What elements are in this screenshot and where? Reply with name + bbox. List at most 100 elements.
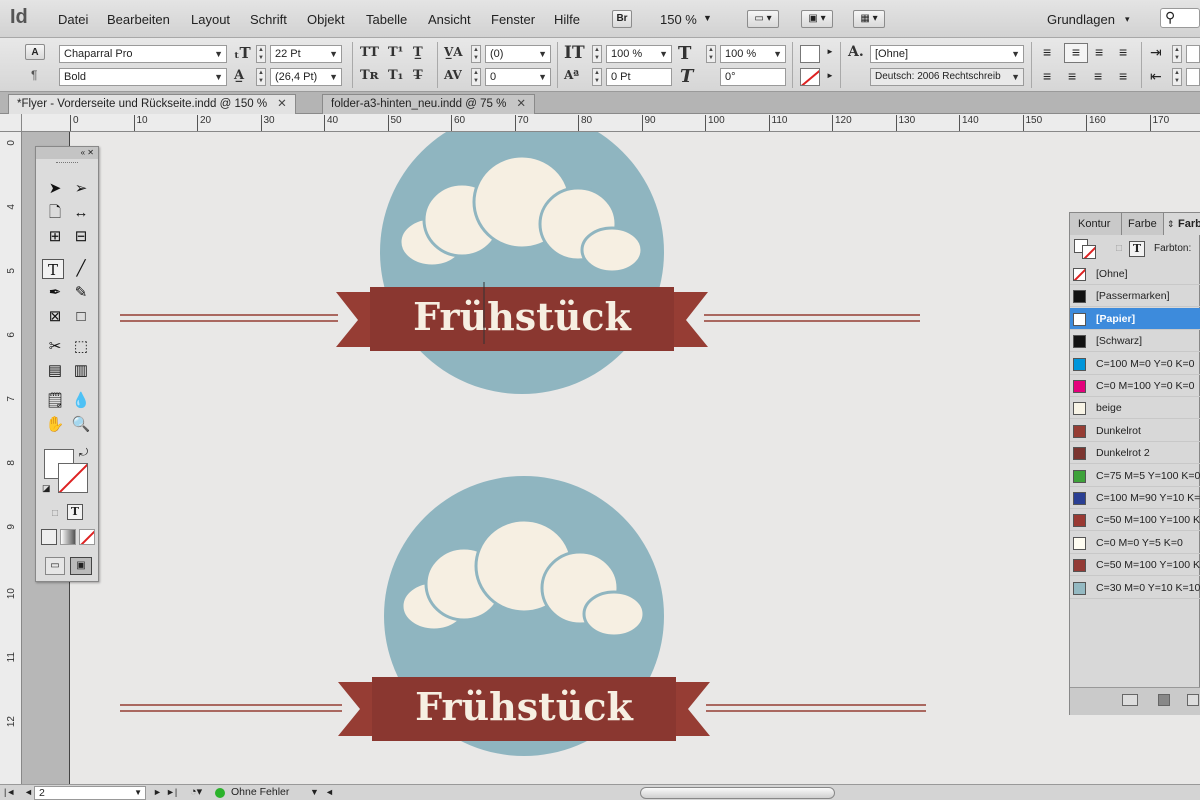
- tab-kontur[interactable]: Kontur: [1070, 213, 1122, 235]
- apply-gradient-icon[interactable]: [60, 529, 76, 545]
- bridge-button[interactable]: Br: [612, 10, 632, 28]
- normal-view-icon[interactable]: ▭: [45, 557, 65, 575]
- open-page-icon[interactable]: ◔▾: [190, 785, 202, 800]
- menu-objekt[interactable]: Objekt: [307, 12, 345, 27]
- swap-colors-icon[interactable]: ⤾: [79, 447, 88, 460]
- horizontal-scale-field[interactable]: 100 % ▼: [720, 45, 786, 63]
- fill-color-swatch[interactable]: [800, 45, 820, 63]
- align-spine-icon[interactable]: ≡: [1119, 68, 1127, 84]
- close-icon[interactable]: ✕: [87, 148, 94, 157]
- stroke-swatch[interactable]: [58, 463, 88, 493]
- menu-fenster[interactable]: Fenster: [491, 12, 535, 27]
- stroke-color-swatch[interactable]: [800, 68, 820, 86]
- swatch-row[interactable]: C=50 M=100 Y=100 K=0: [1070, 554, 1200, 577]
- note-tool-icon[interactable]: 🗒: [44, 391, 66, 411]
- content-placer-icon[interactable]: ⊟: [70, 227, 92, 247]
- page-tool-icon[interactable]: 🗋: [44, 203, 66, 223]
- menu-tabelle[interactable]: Tabelle: [366, 12, 407, 27]
- grip-handle[interactable]: [56, 162, 78, 165]
- character-style-field[interactable]: [Ohne] ▼: [870, 45, 1024, 63]
- formatting-container-icon[interactable]: □: [52, 508, 58, 519]
- new-color-group-icon[interactable]: [1158, 694, 1170, 706]
- menu-bearbeiten[interactable]: Bearbeiten: [107, 12, 170, 27]
- tab-farbe[interactable]: Farbe: [1122, 213, 1164, 235]
- line-tool-icon[interactable]: ╱: [70, 259, 92, 279]
- hand-tool-icon[interactable]: ✋: [44, 415, 66, 435]
- rectangle-tool-icon[interactable]: □: [70, 307, 92, 327]
- fill-stroke-proxy[interactable]: [1074, 239, 1096, 259]
- close-icon[interactable]: ✕: [516, 98, 526, 110]
- rectangle-frame-tool-icon[interactable]: ⊠: [44, 307, 66, 327]
- first-line-indent-stepper[interactable]: ▲ ▼: [1172, 68, 1182, 86]
- swatch-row[interactable]: [Papier]: [1070, 307, 1200, 330]
- swatch-row[interactable]: Dunkelrot 2: [1070, 442, 1200, 465]
- swatch-row[interactable]: Dunkelrot: [1070, 420, 1200, 442]
- leading-stepper[interactable]: ▲ ▼: [256, 68, 266, 86]
- first-line-indent-field[interactable]: [1186, 68, 1200, 86]
- font-size-stepper[interactable]: ▲ ▼: [256, 45, 266, 63]
- tracking-field[interactable]: 0 ▼: [485, 68, 551, 86]
- previous-page-icon[interactable]: ◄: [24, 785, 33, 800]
- horizontal-ruler[interactable]: 0 10 20 30 40 50 60 70 80 90 100 110 120 130 140 150 160…: [22, 114, 1200, 132]
- gradient-feather-tool-icon[interactable]: ▥: [70, 361, 92, 381]
- selection-tool-icon[interactable]: ➤: [44, 179, 66, 199]
- superscript-icon[interactable]: T¹: [388, 45, 403, 60]
- vertical-scale-field[interactable]: 100 % ▼: [606, 45, 672, 63]
- kerning-stepper[interactable]: ▲ ▼: [471, 45, 481, 63]
- font-size-field[interactable]: 22 Pt ▼: [270, 45, 342, 63]
- tab-menu-icon[interactable]: ⇕: [1167, 213, 1175, 235]
- search-input[interactable]: ⚲: [1160, 8, 1200, 28]
- chevron-right-icon[interactable]: ►: [826, 47, 834, 56]
- apply-color-icon[interactable]: [41, 529, 57, 545]
- banner-text[interactable]: Frühstück: [413, 294, 631, 339]
- align-center-button[interactable]: ≡: [1064, 43, 1088, 63]
- workspace-switcher[interactable]: Grundlagen: [1047, 12, 1115, 27]
- gradient-swatch-tool-icon[interactable]: ▤: [44, 361, 66, 381]
- banner-text[interactable]: Frühstück: [415, 684, 633, 729]
- eyedropper-tool-icon[interactable]: 💧: [70, 391, 92, 411]
- baseline-shift-field[interactable]: 0 Pt: [606, 68, 672, 86]
- first-page-icon[interactable]: |◄: [4, 785, 15, 800]
- zoom-level[interactable]: 150 %: [660, 12, 697, 27]
- pencil-tool-icon[interactable]: ✎: [70, 283, 92, 303]
- justify-all-icon[interactable]: ≡: [1094, 68, 1102, 84]
- menu-ansicht[interactable]: Ansicht: [428, 12, 471, 27]
- menu-hilfe[interactable]: Hilfe: [554, 12, 580, 27]
- logo-artwork-bottom[interactable]: Frühstück: [112, 474, 952, 784]
- preview-view-icon[interactable]: ▣: [70, 557, 92, 575]
- workspace-dropdown-icon[interactable]: ▾: [1125, 14, 1130, 25]
- tab-flyer[interactable]: *Flyer - Vorderseite und Rückseite.indd …: [8, 94, 296, 114]
- preflight-status-text[interactable]: Ohne Fehler: [231, 785, 289, 800]
- first-line-indent-icon[interactable]: ⇤: [1150, 68, 1162, 85]
- menu-datei[interactable]: Datei: [58, 12, 88, 27]
- close-icon[interactable]: ✕: [277, 98, 287, 110]
- swatch-row[interactable]: C=100 M=90 Y=10 K=0: [1070, 487, 1200, 509]
- content-collector-icon[interactable]: ⊞: [44, 227, 66, 247]
- skew-field[interactable]: 0°: [720, 68, 786, 86]
- next-page-icon[interactable]: ►: [153, 785, 162, 800]
- align-right-icon[interactable]: ≡: [1095, 44, 1103, 60]
- new-swatch-icon[interactable]: [1187, 694, 1199, 706]
- swatch-row[interactable]: C=75 M=5 Y=100 K=0: [1070, 465, 1200, 487]
- font-style-field[interactable]: Bold ▼: [59, 68, 227, 86]
- pen-tool-icon[interactable]: ✒: [44, 283, 66, 303]
- kerning-field[interactable]: (0) ▼: [485, 45, 551, 63]
- tab-folder[interactable]: folder-a3-hinten_neu.indd @ 75 % ✕: [322, 94, 535, 114]
- scissors-tool-icon[interactable]: ✂: [44, 337, 66, 357]
- formatting-text-icon[interactable]: T: [1129, 241, 1145, 257]
- swatch-row[interactable]: C=0 M=0 Y=5 K=0: [1070, 532, 1200, 554]
- swatch-row[interactable]: [Schwarz]: [1070, 330, 1200, 353]
- horizontal-scale-stepper[interactable]: ▲ ▼: [706, 45, 716, 63]
- underline-icon[interactable]: T̲: [413, 45, 423, 60]
- left-indent-stepper[interactable]: ▲ ▼: [1172, 45, 1182, 63]
- apply-none-icon[interactable]: [79, 529, 95, 545]
- default-colors-icon[interactable]: ◪: [42, 483, 51, 494]
- vertical-ruler[interactable]: 0 4 5 6 7 8 9 10 11 12: [0, 132, 22, 784]
- left-indent-icon[interactable]: ⇥: [1150, 44, 1162, 61]
- leading-field[interactable]: (26,4 Pt) ▼: [270, 68, 342, 86]
- document-canvas[interactable]: Frühstück Frühstück: [22, 132, 1200, 784]
- ruler-origin[interactable]: [0, 114, 22, 132]
- character-mode-button[interactable]: A: [25, 44, 45, 60]
- swatch-views-icon[interactable]: [1122, 694, 1138, 706]
- vertical-scale-stepper[interactable]: ▲ ▼: [592, 45, 602, 63]
